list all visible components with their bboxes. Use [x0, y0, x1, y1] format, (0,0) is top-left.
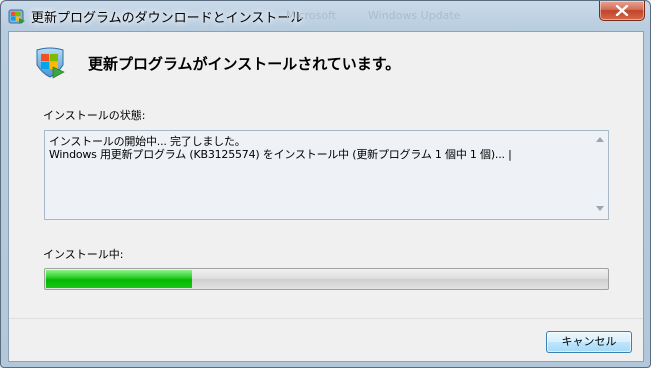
title-bar[interactable]: 更新プログラムのダウンロードとインストール Microsoft Windows …	[1, 1, 650, 31]
windows-update-icon	[36, 47, 65, 79]
progress-fill	[46, 270, 192, 288]
footer-divider	[9, 318, 643, 319]
scroll-down-arrow-icon[interactable]	[596, 206, 604, 211]
windows-update-icon	[8, 9, 25, 24]
log-line: Windows 用更新プログラム (KB3125574) をインストール中 (更…	[49, 148, 512, 161]
cancel-button[interactable]: キャンセル	[546, 331, 632, 353]
progress-label: インストール中:	[43, 248, 124, 261]
install-progress-bar	[44, 268, 609, 290]
scroll-up-arrow-icon[interactable]	[596, 137, 604, 142]
update-dialog-window: 更新プログラムのダウンロードとインストール Microsoft Windows …	[0, 0, 651, 368]
close-icon	[615, 5, 629, 16]
dialog-content: 更新プログラムがインストールされています。 インストールの状態: インストールの…	[8, 31, 644, 362]
close-button[interactable]	[599, 1, 645, 21]
background-ghost-text: Microsoft	[286, 9, 337, 22]
install-status-label: インストールの状態:	[43, 109, 146, 122]
background-ghost-text: Windows Update	[368, 9, 461, 22]
install-status-log[interactable]: インストールの開始中... 完了しました。 Windows 用更新プログラム (…	[44, 130, 609, 220]
dialog-heading: 更新プログラムがインストールされています。	[88, 55, 401, 73]
window-title: 更新プログラムのダウンロードとインストール	[31, 11, 304, 26]
log-scrollbar[interactable]	[593, 131, 608, 219]
